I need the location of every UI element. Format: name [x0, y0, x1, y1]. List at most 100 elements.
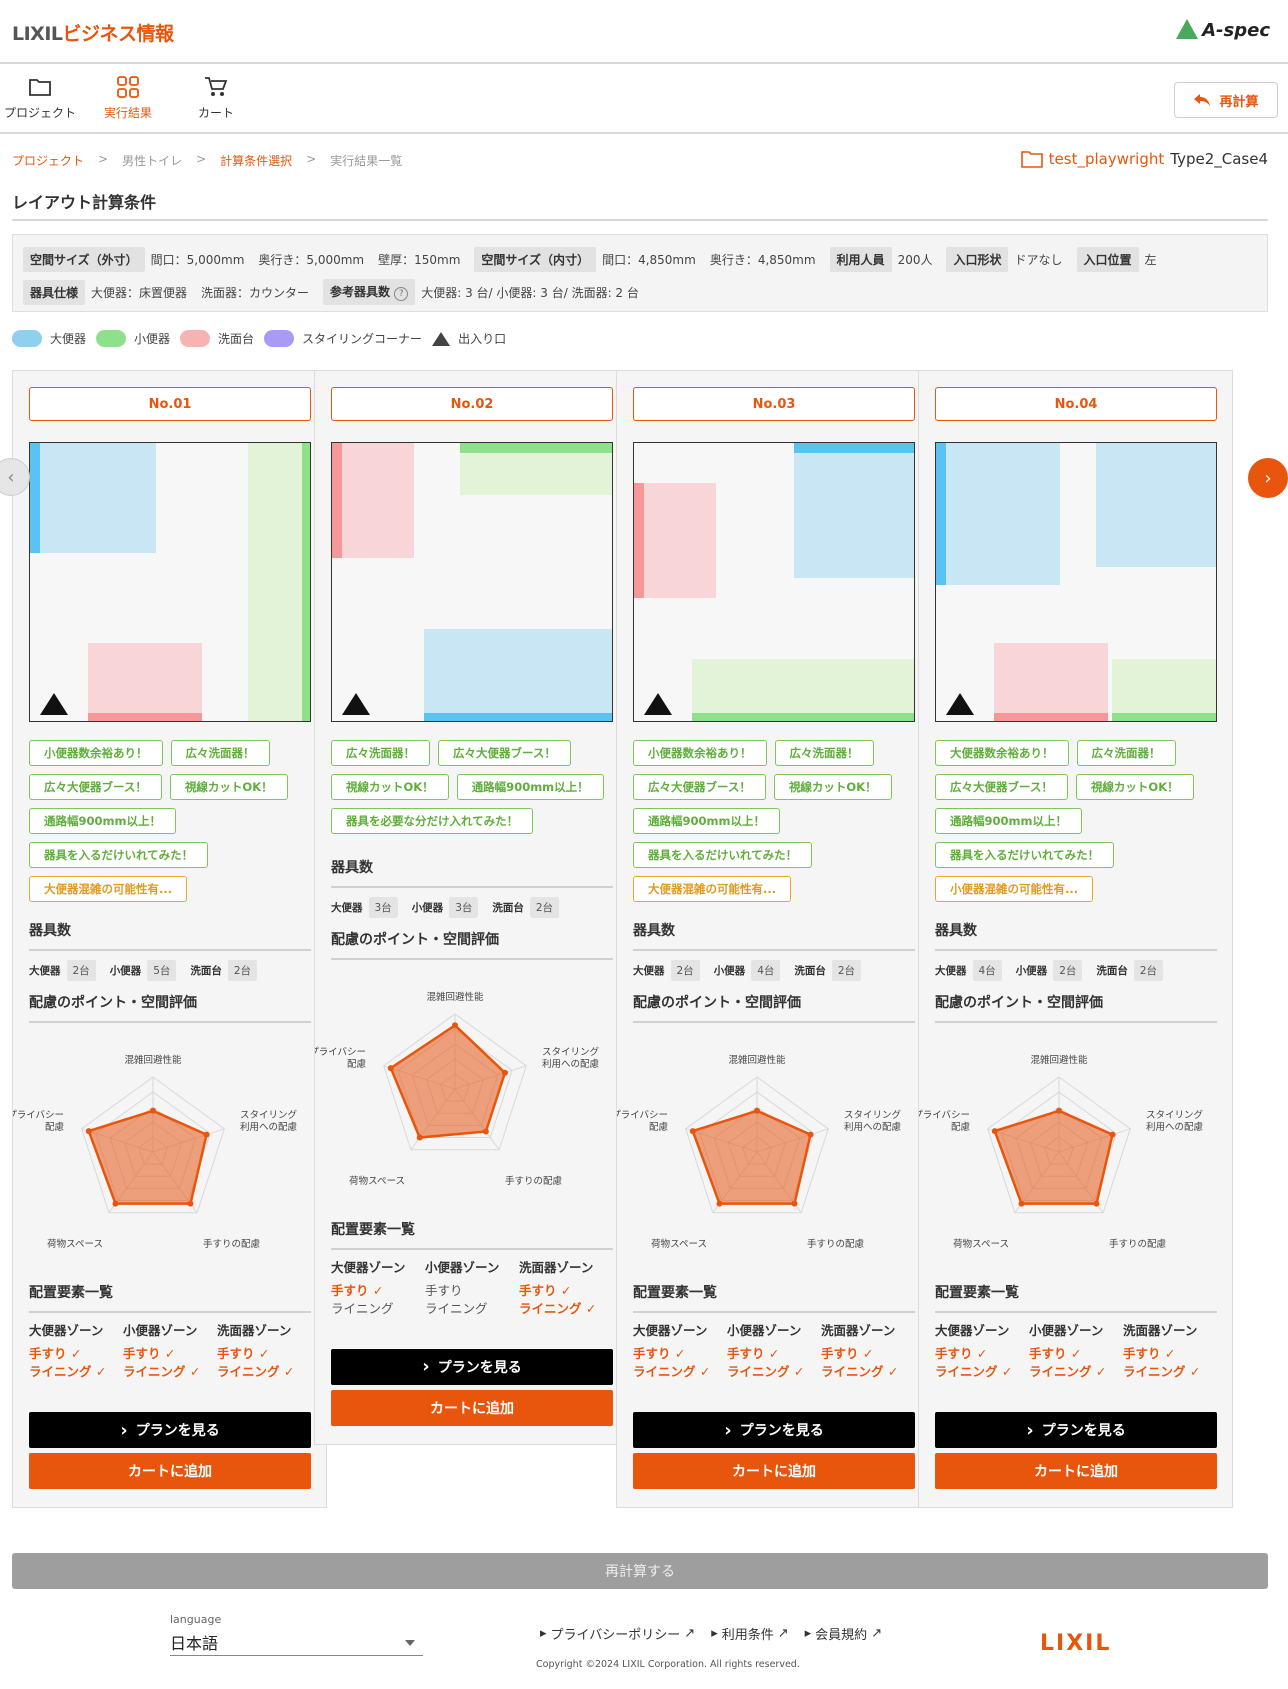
- help-icon[interactable]: ?: [394, 287, 409, 301]
- external-link-icon: ↗: [684, 1626, 696, 1641]
- element-zone: 洗面器ゾーン 手すり ✓ ライニング ✓: [519, 1257, 613, 1318]
- feature-tags: 大便器数余裕あり！ 広々洗面器！ 広々大便器ブース！ 視線カットOK！ 通路幅900mm…: [935, 740, 1225, 902]
- toolbar-results[interactable]: 実行結果: [88, 76, 168, 121]
- radar-value-point: [991, 1128, 998, 1135]
- add-to-cart-label: カートに追加: [732, 1464, 816, 1480]
- chevron-left-icon: ‹: [7, 466, 15, 488]
- recalc-top-button[interactable]: 再計算: [1174, 82, 1278, 118]
- footer-link-privacy[interactable]: ▸ プライバシーポリシー ↗: [540, 1624, 695, 1643]
- breadcrumb-separator: >: [196, 152, 207, 166]
- warning-tag: 大便器混雑の可能性有...: [29, 876, 188, 902]
- triangle-right-icon: ▸: [804, 1626, 812, 1641]
- wall-thickness: 壁厚：150mm: [378, 253, 461, 267]
- toolbar-project[interactable]: プロジェクト: [0, 76, 80, 121]
- entrance-icon: [432, 331, 451, 346]
- layout-plan[interactable]: [331, 442, 613, 722]
- view-plan-button[interactable]: › プランを見る: [29, 1412, 311, 1448]
- count-label-toilet: 大便器: [935, 965, 967, 977]
- feature-tag: 広々洗面器！: [1076, 740, 1176, 766]
- fixture-counts: 大便器 2台 小便器 4台 洗面台 2台: [633, 960, 869, 981]
- legend-label-styling: スタイリングコーナー: [302, 332, 423, 346]
- radar-value-point: [482, 1128, 489, 1135]
- chevron-right-icon: ›: [1264, 467, 1272, 489]
- element-item: 手すり ✓: [1123, 1346, 1176, 1361]
- radar-axis-label: 手すりの配慮: [1109, 1238, 1167, 1250]
- count-value-urinal: 2台: [1053, 960, 1083, 981]
- count-value-toilet: 3台: [368, 896, 398, 918]
- element-zone: 大便器ゾーン 手すり ✓ ライニング ✓: [633, 1320, 727, 1381]
- feature-tag: 小便器数余裕あり！: [633, 740, 767, 766]
- footer-link-terms[interactable]: ▸ 利用条件 ↗: [711, 1624, 788, 1643]
- radar-title: 配慮のポイント・空間評価: [331, 929, 613, 960]
- add-to-cart-button[interactable]: カートに追加: [331, 1389, 613, 1426]
- result-card: No.02 広々洗面器！ 広々大便器ブース！ 視線カットOK！ 通路幅900mm以上！ 器…: [314, 370, 629, 1445]
- radar-title: 配慮のポイント・空間評価: [29, 992, 311, 1023]
- element-item: ライニング: [425, 1300, 488, 1316]
- view-plan-button[interactable]: › プランを見る: [935, 1412, 1217, 1448]
- layout-zone: [692, 713, 914, 721]
- radar-value-point: [187, 1200, 194, 1207]
- element-zone: 大便器ゾーン 手すり ✓ ライニング ✓: [29, 1320, 123, 1381]
- footer-link-membership[interactable]: ▸ 会員規約 ↗: [805, 1624, 882, 1643]
- element-item: ライニング ✓: [217, 1364, 295, 1379]
- layout-zone: [634, 483, 716, 598]
- radar-axis-label: 混雑回避性能: [728, 1054, 786, 1066]
- layout-zone: [794, 443, 914, 578]
- element-zone: 洗面器ゾーン 手すり ✓ ライニング ✓: [1123, 1320, 1217, 1381]
- legend-label-toilet: 大便器: [50, 332, 87, 346]
- count-label-urinal: 小便器: [1015, 965, 1048, 977]
- legend-swatch-toilet: [12, 330, 42, 347]
- counts-title: 器具数: [935, 920, 1217, 951]
- layout-plan[interactable]: [633, 442, 915, 722]
- add-to-cart-button[interactable]: カートに追加: [633, 1453, 915, 1489]
- scroll-right-button[interactable]: ›: [1248, 458, 1288, 498]
- radar-value-point: [85, 1128, 92, 1135]
- add-to-cart-button[interactable]: カートに追加: [29, 1453, 311, 1489]
- radar-axis-label: プライバシー配慮: [919, 1110, 970, 1133]
- feature-tag: 通路幅900mm以上！: [935, 808, 1082, 834]
- element-zone-title: 大便器ゾーン: [935, 1323, 1010, 1338]
- element-item: ライニング ✓: [1123, 1364, 1201, 1379]
- toolbar-cart[interactable]: カート: [176, 76, 256, 121]
- add-to-cart-button[interactable]: カートに追加: [935, 1453, 1217, 1489]
- element-item: 手すり ✓: [331, 1282, 384, 1298]
- external-link-icon: ↗: [777, 1626, 789, 1641]
- layout-zone: [332, 443, 342, 558]
- count-value-urinal: 4台: [751, 960, 781, 981]
- element-zone: 大便器ゾーン 手すり ✓ ライニング: [331, 1257, 425, 1318]
- view-plan-button[interactable]: › プランを見る: [633, 1412, 915, 1448]
- radar-chart: 混雑回避性能スタイリング利用への配慮手すりの配慮 荷物スペース プライバシー配慮: [315, 991, 600, 1187]
- language-select[interactable]: 日本語: [170, 1630, 423, 1656]
- brand-logo[interactable]: LIXILビジネス情報: [12, 19, 174, 46]
- element-item: ライニング ✓: [123, 1364, 201, 1379]
- breadcrumb-condition[interactable]: 計算条件選択: [220, 152, 292, 169]
- layout-plan[interactable]: [29, 442, 311, 722]
- triangle-right-icon: ▸: [711, 1626, 718, 1641]
- count-label-toilet: 大便器: [633, 965, 665, 977]
- feature-tag: 視線カットOK！: [169, 774, 288, 800]
- recalc-bottom-button[interactable]: 再計算する: [12, 1553, 1268, 1589]
- footer-link-privacy-label: プライバシーポリシー: [550, 1628, 681, 1643]
- view-plan-button[interactable]: › プランを見る: [331, 1348, 613, 1385]
- language-value: 日本語: [170, 1634, 219, 1653]
- recalc-bottom-label: 再計算する: [605, 1564, 675, 1580]
- inner-size-tag: 空間サイズ（内寸）: [474, 247, 597, 272]
- count-value-toilet: 2台: [66, 960, 96, 981]
- add-to-cart-label: カートに追加: [128, 1464, 212, 1480]
- toolbar-project-label: プロジェクト: [3, 106, 76, 120]
- breadcrumb-project[interactable]: プロジェクト: [12, 152, 84, 169]
- layout-plan[interactable]: [935, 442, 1217, 722]
- caret-down-icon: [405, 1640, 415, 1646]
- feature-tag: 器具を入るだけいれてみた！: [29, 842, 209, 868]
- layout-zone: [936, 443, 946, 585]
- feature-tag: 広々洗面器！: [170, 740, 270, 766]
- project-name[interactable]: test_playwright: [1049, 150, 1165, 168]
- count-label-urinal: 小便器: [713, 965, 746, 977]
- fixture-counts: 大便器 4台 小便器 2台 洗面台 2台: [935, 960, 1171, 981]
- count-label-toilet: 大便器: [331, 901, 363, 914]
- element-item: 手すり ✓: [519, 1282, 572, 1298]
- radar-axis-label: 荷物スペース: [349, 1175, 405, 1187]
- element-list: 大便器ゾーン 手すり ✓ ライニング ✓ 小便器ゾーン 手すり ✓ ライニング ✓ 洗面器ゾ…: [935, 1320, 1235, 1381]
- element-item: ライニング ✓: [519, 1300, 597, 1316]
- footer-link-membership-label: 会員規約: [815, 1628, 868, 1643]
